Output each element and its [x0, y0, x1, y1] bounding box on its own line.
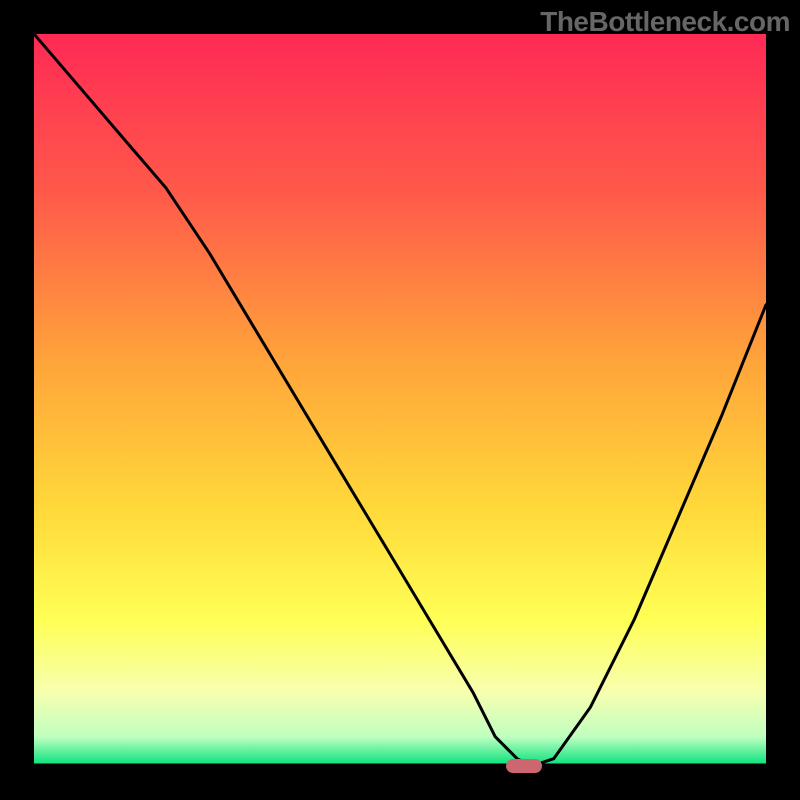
chart-plot-area	[34, 34, 766, 766]
gradient-background	[34, 34, 766, 766]
watermark-text: TheBottleneck.com	[540, 6, 790, 38]
optimal-marker	[506, 759, 542, 773]
chart-svg	[34, 34, 766, 766]
